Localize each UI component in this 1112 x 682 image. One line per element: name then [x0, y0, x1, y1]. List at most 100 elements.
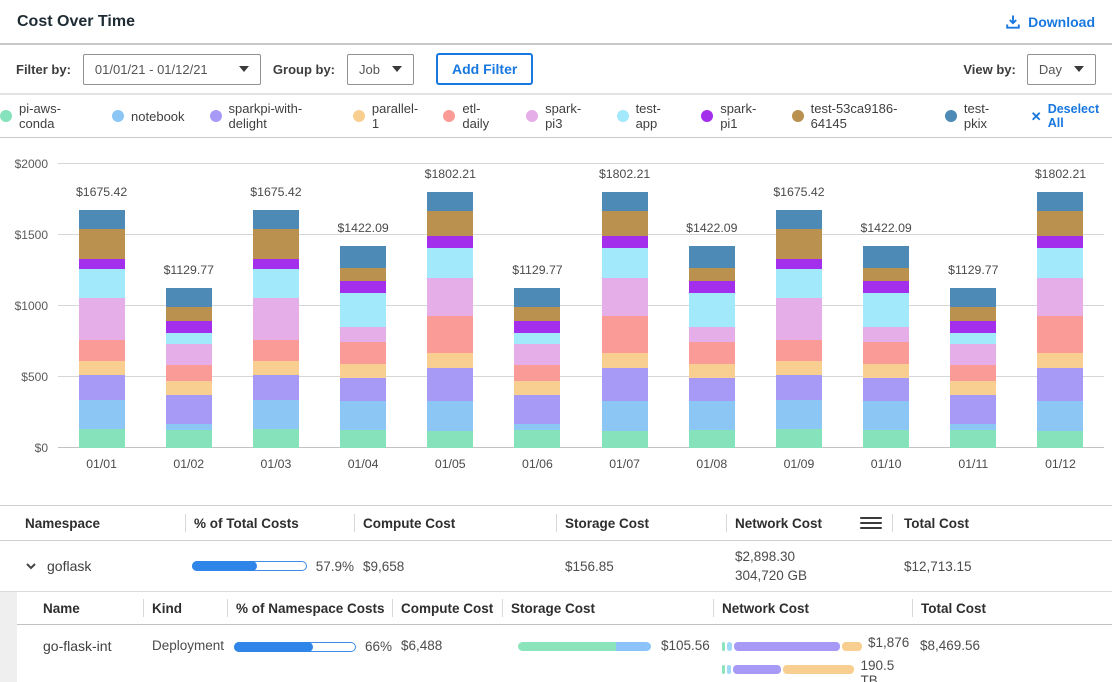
legend-item-test-app[interactable]: test-app	[617, 101, 677, 131]
mini-bar-segment	[842, 642, 861, 651]
bar-segment-test-53ca9186-64145	[253, 229, 299, 259]
stacked-bar	[689, 246, 735, 448]
bar-total-label: $1802.21	[425, 167, 476, 181]
x-axis-label: 01/05	[435, 448, 466, 478]
col-network-label: Network Cost	[735, 516, 822, 531]
x-axis-label: 01/01	[86, 448, 117, 478]
bar-segment-test-app	[602, 248, 648, 278]
y-axis-tick: $500	[0, 370, 48, 384]
bar-segment-sparkpi-with-delight	[776, 375, 822, 400]
group-by-dropdown[interactable]: Job	[347, 54, 414, 85]
date-range-dropdown[interactable]: 01/01/21 - 01/12/21	[83, 54, 261, 85]
deselect-all-button[interactable]: ✕ Deselect All	[1031, 102, 1112, 130]
legend-item-spark-pi1[interactable]: spark-pi1	[701, 101, 766, 131]
bar-total-label: $1675.42	[773, 185, 824, 199]
bar-group-01/08: $1422.0901/08	[668, 138, 755, 478]
bar-segment-sparkpi-with-delight	[427, 368, 473, 401]
stacked-bar	[427, 192, 473, 448]
legend-label: parallel-1	[372, 101, 419, 131]
col-pct-total: % of Total Costs	[185, 506, 354, 540]
bar-segment-test-53ca9186-64145	[166, 307, 212, 321]
x-axis-label: 01/09	[784, 448, 815, 478]
x-axis-label: 01/04	[348, 448, 379, 478]
legend-label: test-pkix	[964, 101, 1006, 131]
x-axis-label: 01/11	[958, 448, 988, 478]
bar-group-01/11: $1129.7701/11	[930, 138, 1017, 478]
bar-segment-etl-daily	[1037, 316, 1083, 353]
bar-group-01/03: $1675.4201/03	[232, 138, 319, 478]
bar-segment-pi-aws-conda	[340, 430, 386, 448]
stacked-bar	[340, 246, 386, 448]
bar-group-01/05: $1802.21 01/05	[407, 138, 494, 478]
bar-segment-spark-pi3	[776, 298, 822, 340]
legend-item-pi-aws-conda[interactable]: pi-aws-conda	[0, 101, 87, 131]
bar-segment-sparkpi-with-delight	[166, 395, 212, 423]
col-total: Total Cost	[892, 506, 1112, 540]
menu-icon[interactable]	[860, 517, 882, 530]
bar-segment-spark-pi3	[166, 344, 212, 365]
bar-segment-sparkpi-with-delight	[253, 375, 299, 400]
legend-item-spark-pi3[interactable]: spark-pi3	[526, 101, 591, 131]
mini-bar-segment	[722, 665, 725, 674]
legend-item-notebook[interactable]: notebook	[112, 109, 185, 124]
stacked-bar	[253, 210, 299, 448]
bar-segment-test-pkix	[253, 210, 299, 229]
legend-dot	[112, 110, 124, 122]
bar-segment-pi-aws-conda	[689, 430, 735, 448]
storage-cost-value: $156.85	[556, 559, 726, 574]
legend-item-parallel-1[interactable]: parallel-1	[353, 101, 419, 131]
legend-dot	[210, 110, 222, 122]
bar-segment-test-app	[253, 269, 299, 298]
network-cost-value: $2,898.30	[735, 547, 892, 566]
y-axis-tick: $1500	[0, 228, 48, 242]
total-cost-value: $8,469.56	[912, 638, 1112, 653]
network-cost-cell: $1,876 190.5 TB	[713, 638, 912, 682]
bar-segment-etl-daily	[689, 342, 735, 364]
view-by-dropdown[interactable]: Day	[1027, 54, 1096, 85]
bar-segment-pi-aws-conda	[602, 431, 648, 448]
x-axis-label: 01/06	[522, 448, 553, 478]
chevron-down-icon	[392, 66, 402, 72]
bar-segment-notebook	[340, 401, 386, 429]
storage-cost-value: $105.56	[661, 638, 710, 653]
x-axis-label: 01/08	[696, 448, 727, 478]
bar-segment-test-pkix	[602, 192, 648, 211]
mini-bar-segment	[518, 642, 616, 651]
filter-by-label: Filter by:	[16, 62, 71, 77]
bar-segment-sparkpi-with-delight	[514, 395, 560, 423]
legend-item-test-53ca9186-64145[interactable]: test-53ca9186-64145	[792, 101, 920, 131]
legend-label: sparkpi-with-delight	[229, 101, 328, 131]
bar-group-01/01: $1675.42 01/01	[58, 138, 145, 478]
bar-segment-pi-aws-conda	[79, 429, 125, 448]
legend-item-etl-daily[interactable]: etl-daily	[443, 101, 501, 131]
bar-segment-spark-pi3	[79, 298, 125, 340]
bar-segment-parallel-1	[689, 364, 735, 377]
bar-total-label: $1802.21	[1035, 167, 1086, 181]
legend-item-test-pkix[interactable]: test-pkix	[945, 101, 1006, 131]
legend-label: spark-pi1	[720, 101, 766, 131]
legend-item-sparkpi-with-delight[interactable]: sparkpi-with-delight	[210, 101, 328, 131]
bar-segment-sparkpi-with-delight	[79, 375, 125, 400]
mini-bar-segment	[727, 665, 731, 674]
legend-dot	[443, 110, 455, 122]
add-filter-button[interactable]: Add Filter	[436, 53, 533, 85]
bar-segment-parallel-1	[1037, 353, 1083, 368]
bar-total-label: $1675.42	[76, 185, 127, 199]
bar-group-01/10: $1422.0901/10	[843, 138, 930, 478]
bar-segment-notebook	[1037, 401, 1083, 431]
x-axis-label: 01/02	[173, 448, 204, 478]
bar-group-01/04: $1422.0901/04	[320, 138, 407, 478]
bar-segment-notebook	[427, 401, 473, 431]
mini-bar-segment	[783, 665, 854, 674]
bar-segment-spark-pi1	[602, 236, 648, 248]
legend-dot	[792, 110, 804, 122]
bar-segment-test-app	[340, 293, 386, 327]
namespace-expander[interactable]: goflask	[0, 558, 185, 574]
bar-segment-etl-daily	[602, 316, 648, 353]
bar-segment-test-53ca9186-64145	[602, 211, 648, 236]
bar-segment-test-pkix	[950, 288, 996, 307]
page-header: Cost Over Time Download	[0, 0, 1112, 45]
download-button[interactable]: Download	[1005, 14, 1095, 30]
network-usage-value: 190.5 TB	[860, 658, 912, 682]
col-storage: Storage Cost	[502, 592, 713, 624]
